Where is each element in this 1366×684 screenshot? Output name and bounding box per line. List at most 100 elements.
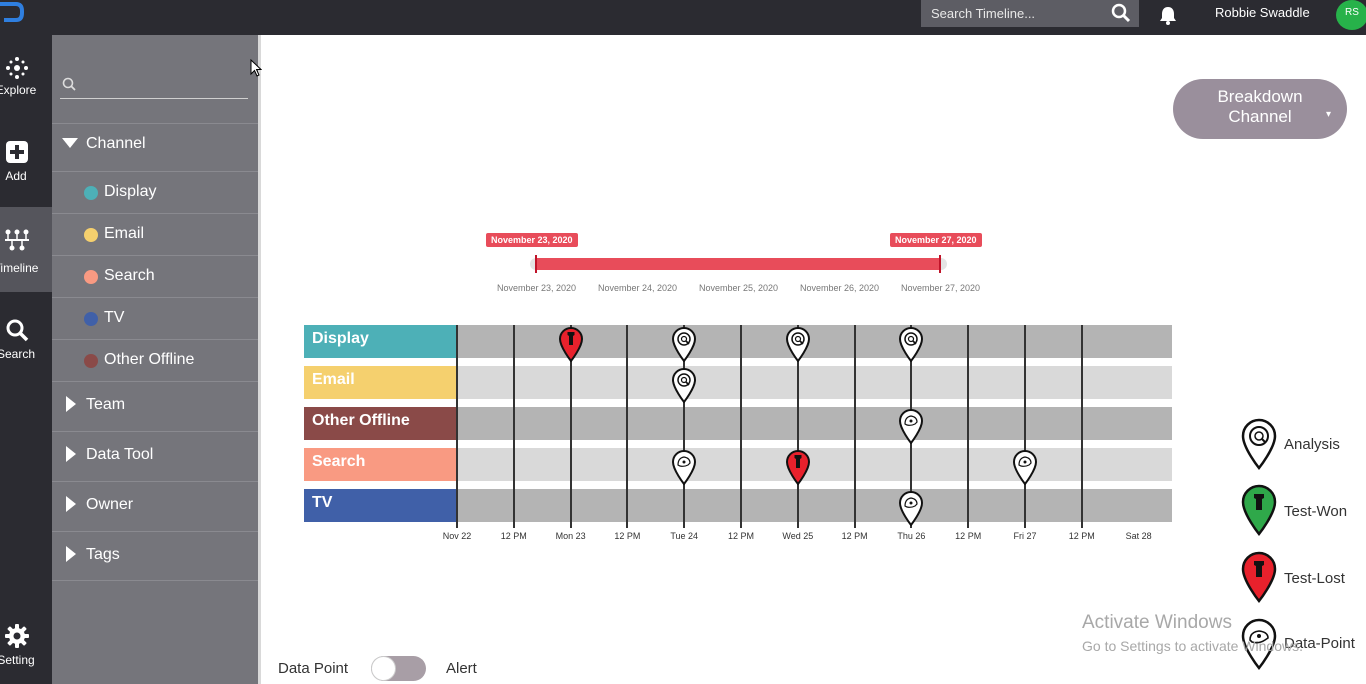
range-tick: November 25, 2020 [699, 283, 779, 293]
axis-tick-label: 12 PM [727, 531, 755, 541]
caret-right-icon [66, 446, 76, 462]
grid-line [740, 325, 742, 528]
timeline-icon [5, 229, 29, 251]
timeline-lane-tv [457, 489, 1172, 522]
breakdown-dropdown[interactable]: Breakdown Channel ▾ [1173, 79, 1347, 139]
marker-analysis-icon[interactable] [898, 326, 924, 362]
rail-item-add[interactable]: Add [0, 131, 52, 216]
group-channel[interactable]: Channel [52, 123, 258, 165]
filter-item-email[interactable]: Email [52, 213, 258, 255]
app-window: Robbie Swaddle RS Explore Add [0, 0, 1366, 684]
grid-line [1024, 325, 1026, 528]
filter-item-label: Display [104, 183, 157, 200]
marker-test-lost-icon[interactable] [785, 449, 811, 485]
range-tick: November 26, 2020 [800, 283, 880, 293]
axis-tick-label: Tue 24 [670, 531, 699, 541]
range-end-handle[interactable] [939, 255, 941, 273]
rail-label: Setting [0, 653, 35, 667]
rail-item-setting[interactable]: Setting [0, 613, 52, 684]
user-name[interactable]: Robbie Swaddle [1215, 5, 1310, 20]
toggle-knob[interactable] [371, 656, 396, 681]
grid-line [967, 325, 970, 528]
caret-right-icon [66, 496, 76, 512]
marker-analysis-icon[interactable] [671, 367, 697, 403]
caret-down-icon [62, 138, 78, 148]
breakdown-label: Breakdown [1217, 87, 1303, 106]
rail-item-timeline[interactable]: Timeline [0, 207, 52, 292]
color-dot [84, 312, 98, 326]
group-team[interactable]: Team [52, 381, 258, 431]
group-label: Data Tool [86, 446, 154, 463]
channel-label-other-offline: Other Offline [304, 407, 457, 440]
range-start-label: November 23, 2020 [486, 233, 578, 247]
legend-test-lost-icon [1241, 551, 1277, 603]
filter-item-label: Search [104, 267, 155, 284]
timeline-search-input[interactable] [931, 4, 1101, 22]
group-tags[interactable]: Tags [52, 531, 258, 581]
timeline-lane-email [457, 366, 1172, 399]
marker-data-point-icon[interactable] [1012, 449, 1038, 485]
filter-item-other-offline[interactable]: Other Offline [52, 339, 258, 381]
group-label: Tags [86, 546, 120, 563]
color-dot [84, 228, 98, 242]
explore-icon [6, 57, 28, 79]
color-dot [84, 186, 98, 200]
group-label: Owner [86, 496, 134, 513]
marker-test-lost-icon[interactable] [558, 326, 584, 362]
axis-tick-label: Wed 25 [782, 531, 814, 541]
color-dot [84, 354, 98, 368]
marker-data-point-icon[interactable] [898, 490, 924, 526]
group-data-tool[interactable]: Data Tool [52, 431, 258, 481]
range-start-handle[interactable] [535, 255, 537, 273]
nav-rail: Explore Add Timeline [0, 35, 52, 684]
mouse-cursor-icon [250, 59, 262, 77]
axis-tick-label: 12 PM [955, 531, 982, 541]
timeline-lane-search [457, 448, 1172, 481]
axis-tick-label: Fri 27 [1013, 531, 1037, 541]
range-tick: November 23, 2020 [497, 283, 577, 293]
search-icon [62, 77, 76, 91]
axis-tick-label: Nov 22 [442, 531, 472, 541]
search-icon[interactable] [1111, 3, 1131, 23]
filter-search-input[interactable] [82, 75, 242, 95]
rail-label: Explore [0, 83, 37, 97]
filter-item-tv[interactable]: TV [52, 297, 258, 339]
marker-analysis-icon[interactable] [671, 326, 697, 362]
data-point-alert-toggle[interactable] [371, 656, 426, 681]
top-bar: Robbie Swaddle RS [0, 0, 1366, 35]
group-label: Channel [86, 135, 146, 152]
axis-tick-label: 12 PM [500, 531, 527, 541]
grid-line [512, 325, 515, 528]
axis-tick-label: Thu 26 [897, 531, 926, 541]
group-owner[interactable]: Owner [52, 481, 258, 531]
rail-label: Add [5, 169, 27, 183]
breakdown-value: Channel [1228, 107, 1292, 126]
axis-tick-label: 12 PM [841, 531, 868, 541]
avatar[interactable]: RS [1336, 0, 1366, 30]
panel-divider[interactable] [258, 35, 261, 684]
rail-item-search[interactable]: Search [0, 305, 52, 390]
filter-item-display[interactable]: Display [52, 171, 258, 213]
rail-item-explore[interactable]: Explore [0, 45, 52, 130]
color-dot [84, 270, 98, 284]
range-end-label: November 27, 2020 [890, 233, 982, 247]
marker-data-point-icon[interactable] [671, 449, 697, 485]
grid-line [853, 325, 856, 528]
date-range-selection[interactable] [536, 258, 941, 270]
range-tick: November 27, 2020 [901, 283, 981, 293]
axis-tick-label: Sat 28 [1125, 531, 1152, 541]
marker-analysis-icon[interactable] [785, 326, 811, 362]
axis-tick-label: Mon 23 [555, 531, 586, 541]
toggle-label-data-point: Data Point [278, 660, 349, 677]
axis-tick-label: 12 PM [1068, 531, 1095, 541]
filter-item-label: Email [104, 225, 145, 242]
bell-icon[interactable] [1158, 5, 1178, 25]
legend-label: Test-Won [1284, 503, 1348, 520]
range-tick: November 24, 2020 [598, 283, 678, 293]
filter-item-search[interactable]: Search [52, 255, 258, 297]
filter-item-label: TV [104, 309, 125, 326]
marker-data-point-icon[interactable] [898, 408, 924, 444]
app-logo-icon[interactable] [0, 0, 26, 26]
grid-line [1080, 325, 1083, 528]
legend-label: Test-Lost [1284, 570, 1345, 587]
